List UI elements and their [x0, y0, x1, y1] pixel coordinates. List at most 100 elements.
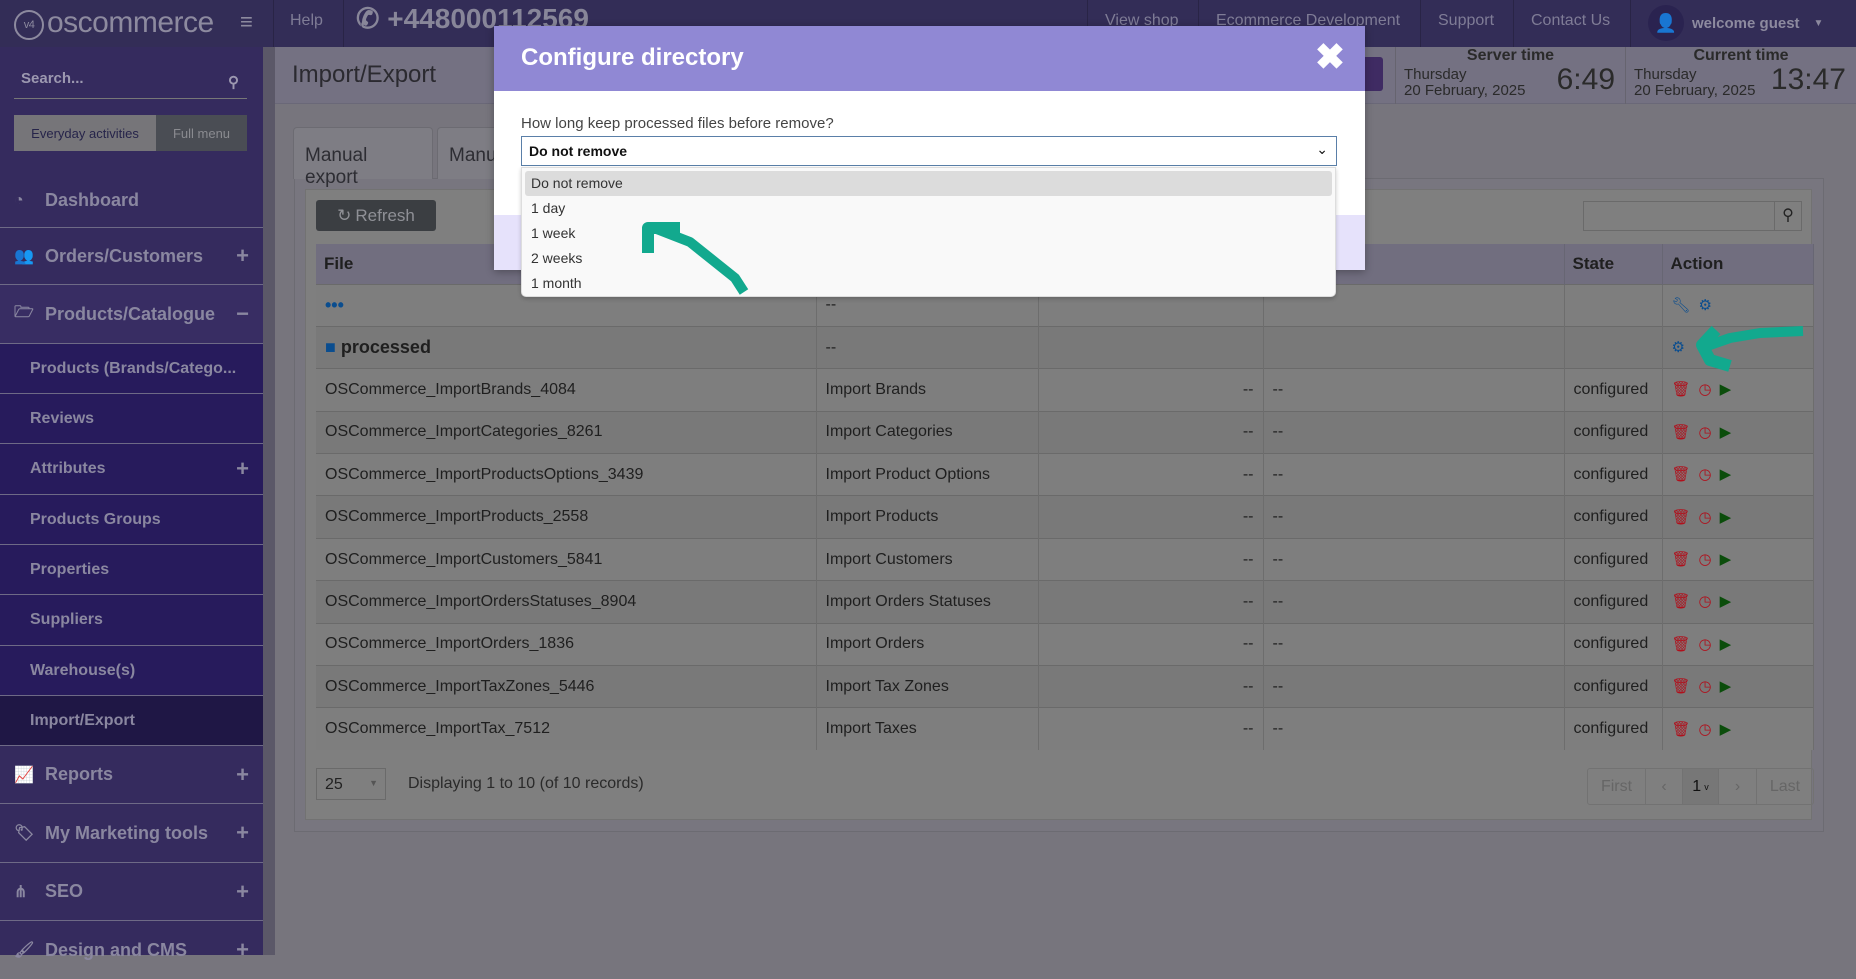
tab-manual-export[interactable]: Manual export — [293, 127, 433, 188]
sidebar-item-reports[interactable]: 📈 Reports + — [0, 746, 263, 804]
trash-icon[interactable]: 🗑︎ — [1672, 509, 1691, 526]
clock-icon[interactable]: ◷ — [1699, 509, 1712, 526]
clock-icon[interactable]: ◷ — [1699, 636, 1712, 653]
option-1-day[interactable]: 1 day — [525, 196, 1332, 221]
file-name[interactable]: OSCommerce_ImportCategories_8261 — [316, 410, 817, 454]
trash-icon[interactable]: 🗑︎ — [1672, 551, 1691, 568]
table-row[interactable]: OSCommerce_ImportProductsOptions_3439 Im… — [316, 453, 1814, 496]
sidebar-subitem-suppliers[interactable]: Suppliers — [0, 595, 263, 646]
table-row[interactable]: OSCommerce_ImportOrdersStatuses_8904 Imp… — [316, 580, 1814, 624]
sidebar-item-orders-customers[interactable]: 👥 Orders/Customers + — [0, 228, 263, 285]
trash-icon[interactable]: 🗑︎ — [1672, 424, 1691, 441]
retention-dropdown: Do not remove 1 day 1 week 2 weeks 1 mon… — [521, 167, 1336, 297]
sidebar-item-products-catalogue[interactable]: 🗁 Products/Catalogue − — [0, 285, 263, 344]
user-menu[interactable]: 👤 welcome guest ▼ — [1648, 2, 1823, 44]
sidebar-item-seo[interactable]: ⋔ SEO + — [0, 863, 263, 921]
file-name[interactable]: OSCommerce_ImportOrders_1836 — [316, 622, 817, 666]
sidebar-search-input[interactable]: Search... ⚲ — [14, 64, 247, 99]
trash-icon[interactable]: 🗑︎ — [1672, 381, 1691, 398]
trash-icon[interactable]: 🗑︎ — [1672, 721, 1691, 738]
file-name[interactable]: OSCommerce_ImportTax_7512 — [316, 707, 817, 751]
close-icon[interactable]: ✖ — [1315, 36, 1345, 78]
sidebar-subitem-properties[interactable]: Properties — [0, 545, 263, 595]
sidebar-subitem-import-export[interactable]: Import/Export — [0, 696, 263, 746]
sidebar-item-design-cms[interactable]: 🖌 Design and CMS + — [0, 921, 263, 979]
sidebar-item-marketing-tools[interactable]: 🏷 My Marketing tools + — [0, 804, 263, 863]
option-do-not-remove[interactable]: Do not remove — [525, 171, 1332, 196]
clock-icon[interactable]: ◷ — [1699, 678, 1712, 695]
play-icon[interactable]: ▶ — [1720, 424, 1732, 441]
option-1-week[interactable]: 1 week — [525, 221, 1332, 246]
table-row-folder[interactable]: ■ processed -- ⚙ — [316, 325, 1814, 369]
first-page-button[interactable]: First — [1588, 769, 1646, 804]
everyday-activities-button[interactable]: Everyday activities — [14, 115, 156, 151]
play-icon[interactable]: ▶ — [1720, 678, 1732, 695]
file-name[interactable]: OSCommerce_ImportTaxZones_5446 — [316, 665, 817, 708]
sidebar-scrollbar[interactable] — [263, 47, 275, 955]
sidebar-subitem-reviews[interactable]: Reviews — [0, 394, 263, 444]
page-select[interactable]: 1v — [1683, 769, 1719, 804]
retention-select[interactable]: Do not remove ⌄ — [521, 136, 1337, 166]
clock-icon[interactable]: ◷ — [1699, 424, 1712, 441]
column-header-state[interactable]: State — [1564, 244, 1663, 284]
sidebar-subitem-warehouses[interactable]: Warehouse(s) — [0, 646, 263, 696]
cell-3: -- — [1038, 537, 1264, 581]
sidebar-subitem-products-groups[interactable]: Products Groups — [0, 495, 263, 545]
sidebar-subitem-attributes[interactable]: Attributes + — [0, 444, 263, 495]
clock-icon[interactable]: ◷ — [1699, 466, 1712, 483]
gear-icon[interactable]: ⚙ — [1699, 297, 1712, 314]
play-icon[interactable]: ▶ — [1720, 466, 1732, 483]
refresh-button[interactable]: ↻ Refresh — [316, 200, 436, 231]
option-2-weeks[interactable]: 2 weeks — [525, 246, 1332, 271]
help-link[interactable]: Help — [290, 0, 323, 47]
cell-3: -- — [1038, 580, 1264, 624]
clock-icon[interactable]: ◷ — [1699, 551, 1712, 568]
search-icon[interactable]: ⚲ — [1774, 202, 1801, 230]
clock-icon[interactable]: ◷ — [1699, 593, 1712, 610]
chevron-down-icon: v — [1704, 781, 1709, 792]
table-row[interactable]: OSCommerce_ImportTaxZones_5446 Import Ta… — [316, 665, 1814, 708]
table-row[interactable]: OSCommerce_ImportBrands_4084 Import Bran… — [316, 368, 1814, 412]
option-1-month[interactable]: 1 month — [525, 271, 1332, 296]
support-link[interactable]: Support — [1438, 0, 1494, 47]
cell-3: -- — [1038, 622, 1264, 666]
wrench-icon[interactable]: 🔧︎ — [1672, 297, 1691, 314]
play-icon[interactable]: ▶ — [1720, 381, 1732, 398]
full-menu-button[interactable]: Full menu — [156, 115, 247, 151]
contact-us-link[interactable]: Contact Us — [1531, 0, 1610, 47]
play-icon[interactable]: ▶ — [1720, 551, 1732, 568]
table-row[interactable]: OSCommerce_ImportCustomers_5841 Import C… — [316, 537, 1814, 581]
table-row[interactable]: OSCommerce_ImportCategories_8261 Import … — [316, 410, 1814, 454]
clock-icon[interactable]: ◷ — [1699, 721, 1712, 738]
trash-icon[interactable]: 🗑︎ — [1672, 593, 1691, 610]
gear-icon[interactable]: ⚙ — [1672, 339, 1685, 356]
sidebar-item-dashboard[interactable]: ◔ Dashboard — [0, 174, 263, 228]
last-page-button[interactable]: Last — [1757, 769, 1813, 804]
play-icon[interactable]: ▶ — [1720, 509, 1732, 526]
file-name[interactable]: OSCommerce_ImportBrands_4084 — [316, 368, 817, 412]
file-name[interactable]: OSCommerce_ImportCustomers_5841 — [316, 537, 817, 581]
trash-icon[interactable]: 🗑︎ — [1672, 466, 1691, 483]
trash-icon[interactable]: 🗑︎ — [1672, 636, 1691, 653]
play-icon[interactable]: ▶ — [1720, 721, 1732, 738]
table-search-input[interactable]: ⚲ — [1583, 201, 1802, 231]
file-name[interactable]: OSCommerce_ImportProductsOptions_3439 — [316, 453, 817, 496]
per-page-select[interactable]: 25 ▼ — [316, 768, 386, 800]
trash-icon[interactable]: 🗑︎ — [1672, 678, 1691, 695]
file-name[interactable]: OSCommerce_ImportProducts_2558 — [316, 495, 817, 539]
clock-icon[interactable]: ◷ — [1699, 381, 1712, 398]
hamburger-menu-icon[interactable]: ≡ — [240, 9, 253, 35]
file-name[interactable]: OSCommerce_ImportOrdersStatuses_8904 — [316, 580, 817, 624]
cell-4: -- — [1263, 580, 1565, 624]
oscommerce-logo[interactable]: v4 oscommerce — [14, 6, 214, 40]
chart-icon: 📈 — [14, 766, 34, 784]
play-icon[interactable]: ▶ — [1720, 636, 1732, 653]
chevron-right-icon[interactable]: › — [1719, 769, 1757, 804]
table-row[interactable]: OSCommerce_ImportTax_7512 Import Taxes -… — [316, 707, 1814, 751]
chevron-left-icon[interactable]: ‹ — [1646, 769, 1683, 804]
search-icon: ⚲ — [228, 74, 239, 91]
sidebar-subitem-products[interactable]: Products (Brands/Catego... — [0, 344, 263, 394]
play-icon[interactable]: ▶ — [1720, 593, 1732, 610]
table-row[interactable]: OSCommerce_ImportProducts_2558 Import Pr… — [316, 495, 1814, 539]
table-row[interactable]: OSCommerce_ImportOrders_1836 Import Orde… — [316, 622, 1814, 666]
